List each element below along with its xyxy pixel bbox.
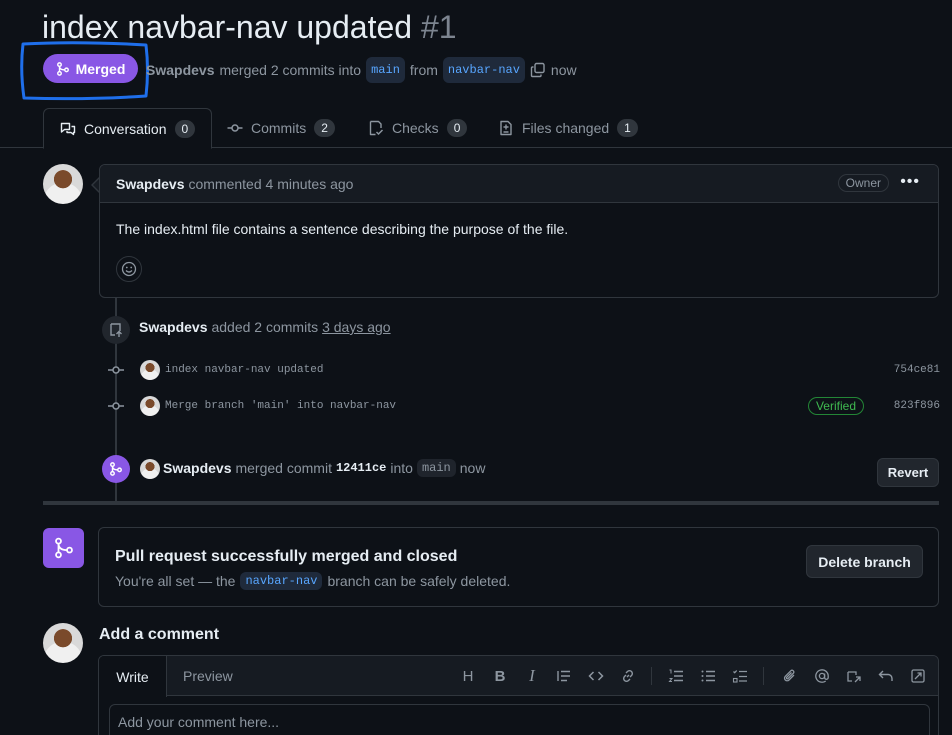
base-branch[interactable]: main <box>366 57 405 83</box>
toolbar-divider <box>763 667 764 685</box>
editor-header: Write Preview H B I <box>99 656 938 697</box>
push-event-icon <box>102 316 130 344</box>
reference-icon[interactable] <box>844 666 864 686</box>
commit-row: index navbar-nav updated 754ce81 <box>108 358 940 382</box>
comment-input[interactable] <box>109 704 930 735</box>
merge-commit-sha[interactable]: 12411ce <box>336 461 386 475</box>
merge-into-text: into <box>390 460 413 476</box>
commit-author-avatar[interactable] <box>140 396 160 416</box>
code-icon[interactable] <box>586 666 606 686</box>
commit-message[interactable]: index navbar-nav updated <box>165 364 323 376</box>
push-event-author[interactable]: Swapdevs <box>139 319 207 335</box>
pr-author-link[interactable]: Swapdevs <box>146 59 214 81</box>
delete-branch-button[interactable]: Delete branch <box>806 545 923 578</box>
tab-checks[interactable]: Checks 0 <box>368 108 468 148</box>
merge-event-author[interactable]: Swapdevs <box>163 460 231 476</box>
tab-conversation[interactable]: Conversation 0 <box>43 108 213 149</box>
checklist-icon <box>369 120 384 136</box>
preview-tab[interactable]: Preview <box>183 656 233 696</box>
comment-body: The index.html file contains a sentence … <box>116 221 569 237</box>
merge-status-title: Pull request successfully merged and clo… <box>115 548 458 565</box>
write-tab[interactable]: Write <box>99 656 167 697</box>
kebab-menu-icon[interactable]: ••• <box>900 173 920 191</box>
tab-commits-label: Commits <box>251 120 307 136</box>
commit-icon <box>108 366 124 374</box>
pr-meta-text: merged 2 commits into <box>219 62 362 78</box>
merge-author-avatar[interactable] <box>140 459 160 479</box>
undo-icon[interactable] <box>876 666 896 686</box>
tab-files-changed[interactable]: Files changed 1 <box>498 108 638 148</box>
pr-number: #1 <box>420 9 457 45</box>
merge-status-box: Pull request successfully merged and clo… <box>98 527 939 607</box>
link-icon[interactable] <box>618 666 638 686</box>
avatar[interactable] <box>43 623 83 663</box>
tab-conversation-label: Conversation <box>84 120 167 137</box>
tab-files-changed-label: Files changed <box>522 120 610 136</box>
ordered-list-icon[interactable] <box>666 666 686 686</box>
add-comment-heading: Add a comment <box>99 626 220 643</box>
merge-event-icon <box>102 455 130 483</box>
push-event-text: Swapdevs added 2 commits 3 days ago <box>139 319 391 335</box>
fullscreen-icon[interactable] <box>908 666 928 686</box>
comment-header: Swapdevs commented 4 minutes ago Owner •… <box>100 165 938 203</box>
add-reaction-button[interactable] <box>116 256 142 282</box>
merge-desc-before: You're all set — the <box>115 573 236 589</box>
revert-button[interactable]: Revert <box>877 458 939 487</box>
merge-event-action: merged commit <box>235 460 332 476</box>
commit-row: Merge branch 'main' into navbar-nav Veri… <box>108 394 940 418</box>
commit-icon <box>227 124 243 132</box>
tab-checks-label: Checks <box>392 120 439 136</box>
commit-sha[interactable]: 754ce81 <box>894 364 940 376</box>
commit-author-avatar[interactable] <box>140 360 160 380</box>
comment-discussion-icon <box>60 122 76 135</box>
push-event-time[interactable]: 3 days ago <box>322 319 391 335</box>
comment-card: Swapdevs commented 4 minutes ago Owner •… <box>99 164 939 298</box>
push-event-action: added 2 commits <box>211 319 319 335</box>
merge-icon <box>54 537 73 559</box>
quote-icon[interactable] <box>554 666 574 686</box>
heading-icon[interactable]: H <box>458 666 478 686</box>
task-list-icon[interactable] <box>730 666 750 686</box>
smiley-icon <box>121 261 137 277</box>
tab-checks-count: 0 <box>446 119 468 137</box>
timeline-end-divider <box>43 501 939 505</box>
merged-state-icon <box>43 528 84 568</box>
tab-files-changed-count: 1 <box>617 119 638 137</box>
pr-tabs: Conversation 0 Commits 2 Checks 0 Files … <box>0 108 952 149</box>
pr-meta: Swapdevs merged 2 commits into main from… <box>146 57 577 83</box>
tab-conversation-count: 0 <box>174 119 196 138</box>
tab-commits[interactable]: Commits 2 <box>227 108 335 148</box>
merge-event-time: now <box>459 460 486 476</box>
italic-icon[interactable]: I <box>522 666 542 686</box>
from-text: from <box>409 62 438 78</box>
commit-sha[interactable]: 823f896 <box>894 400 940 412</box>
toolbar-divider <box>651 667 652 685</box>
avatar[interactable] <box>43 164 83 204</box>
head-branch[interactable]: navbar-nav <box>442 57 525 83</box>
commit-message[interactable]: Merge branch 'main' into navbar-nav <box>165 400 396 412</box>
copy-icon[interactable] <box>530 62 546 78</box>
comment-editor: Write Preview H B I <box>98 655 939 735</box>
annotation-box <box>20 41 149 101</box>
comment-author[interactable]: Swapdevs <box>116 176 184 192</box>
comment-action: commented 4 minutes ago <box>188 175 354 192</box>
deletable-branch[interactable]: navbar-nav <box>240 572 323 590</box>
owner-badge: Owner <box>837 174 889 192</box>
tab-commits-count: 2 <box>314 119 335 137</box>
attach-icon[interactable] <box>780 666 800 686</box>
merge-icon <box>110 462 122 476</box>
merge-event-text: Swapdevs merged commit 12411ce into main… <box>163 459 485 477</box>
mention-icon[interactable] <box>812 666 832 686</box>
verified-badge[interactable]: Verified <box>807 397 864 415</box>
merge-desc-after: branch can be safely deleted. <box>327 573 511 589</box>
bold-icon[interactable]: B <box>490 666 510 686</box>
file-diff-icon <box>500 120 512 136</box>
unordered-list-icon[interactable] <box>698 666 718 686</box>
merge-status-desc: You're all set — the navbar-nav branch c… <box>115 572 510 590</box>
pr-time: now <box>550 62 577 78</box>
commit-icon <box>108 402 124 410</box>
repo-push-icon <box>110 323 122 337</box>
merge-target-branch[interactable]: main <box>416 459 456 477</box>
